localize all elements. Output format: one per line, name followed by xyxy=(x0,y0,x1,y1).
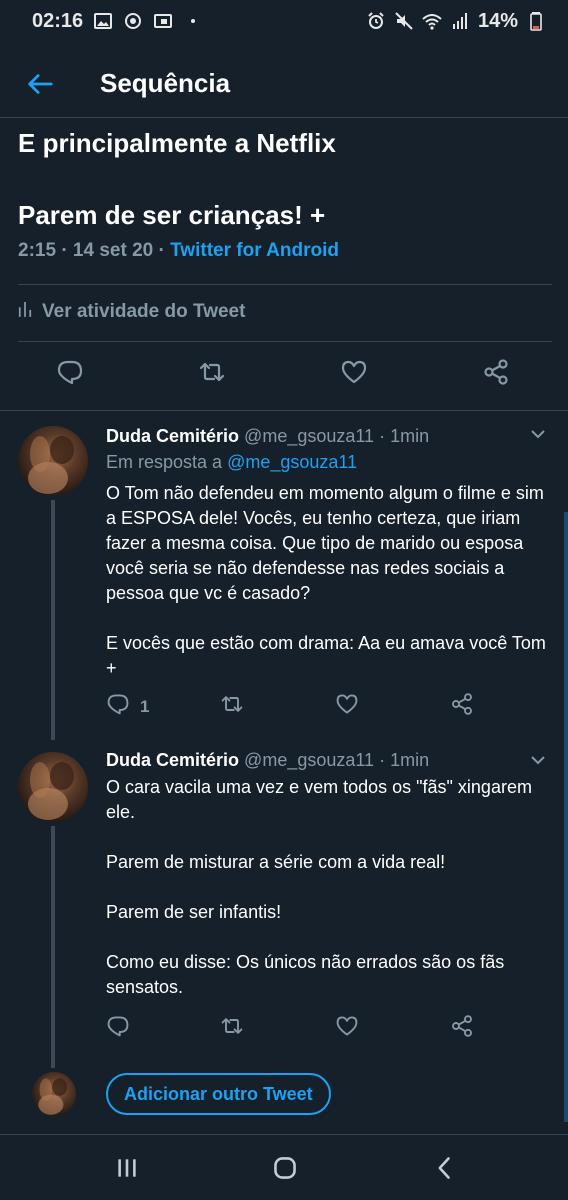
chevron-down-icon[interactable] xyxy=(528,750,548,770)
header-separator: · xyxy=(379,750,391,770)
like-icon xyxy=(335,1014,359,1043)
reply-context: Em resposta a @me_gsouza11 xyxy=(106,452,357,473)
back-icon[interactable] xyxy=(430,1153,460,1183)
tweet-text: O cara vacila uma vez e vem todos os "fã… xyxy=(106,777,532,997)
main-tweet-line-1: E principalmente a Netflix xyxy=(18,128,336,158)
scrollbar[interactable] xyxy=(564,512,568,1122)
avatar xyxy=(32,1072,76,1116)
tweet-time: 1min xyxy=(390,750,430,770)
divider xyxy=(0,410,568,411)
tweet-activity-link[interactable]: Ver atividade do Tweet xyxy=(18,300,245,324)
battery-icon xyxy=(526,11,546,31)
avatar[interactable] xyxy=(18,752,88,822)
reply-prefix: Em resposta a xyxy=(106,452,223,472)
meta-separator: · xyxy=(158,240,171,261)
image-icon xyxy=(93,11,113,31)
reply-header: Duda Cemitério @me_gsouza11 · 1min xyxy=(106,750,429,771)
reply-1-actions: 1 xyxy=(0,692,568,732)
author-name[interactable]: Duda Cemitério xyxy=(106,750,239,770)
reply-icon xyxy=(106,692,130,721)
divider xyxy=(18,341,552,342)
status-time: 02:16 xyxy=(32,9,84,32)
header-separator: · xyxy=(379,426,391,446)
retweet-button[interactable] xyxy=(220,692,244,721)
retweet-button[interactable] xyxy=(220,1014,244,1043)
like-button[interactable] xyxy=(335,692,359,721)
like-button[interactable] xyxy=(335,1014,359,1043)
retweet-icon xyxy=(220,1014,244,1043)
retweet-button[interactable] xyxy=(198,358,226,391)
tweet-activity-label: Ver atividade do Tweet xyxy=(42,301,246,322)
signal-icon xyxy=(450,11,470,31)
wifi-icon xyxy=(422,11,442,31)
lock-screen-icon xyxy=(153,11,173,31)
like-icon xyxy=(340,358,368,391)
reply-icon xyxy=(106,1014,130,1043)
like-button[interactable] xyxy=(340,358,368,391)
tweet-time: 1min xyxy=(390,426,430,446)
reply-icon xyxy=(56,358,84,391)
share-icon xyxy=(450,692,474,721)
retweet-icon xyxy=(220,692,244,721)
author-handle[interactable]: @me_gsouza11 xyxy=(244,426,374,446)
main-tweet-actions xyxy=(0,358,568,398)
reply-2-actions xyxy=(0,1014,568,1054)
dot-icon xyxy=(183,11,203,31)
add-tweet-button[interactable]: Adicionar outro Tweet xyxy=(106,1073,331,1115)
share-button[interactable] xyxy=(450,692,474,721)
bar-chart-icon xyxy=(18,300,32,324)
chevron-down-icon[interactable] xyxy=(528,424,548,444)
retweet-icon xyxy=(198,358,226,391)
share-icon xyxy=(482,358,510,391)
tweet-meta: 2:15 · 14 set 20 · Twitter for Android xyxy=(18,240,339,262)
battery-percent: 14% xyxy=(477,9,518,32)
reply-button[interactable] xyxy=(56,358,84,391)
alarm-icon xyxy=(366,11,386,31)
recent-apps-icon[interactable] xyxy=(112,1153,142,1183)
divider xyxy=(18,284,552,285)
reply-button[interactable] xyxy=(106,1014,130,1043)
page-title: Sequência xyxy=(100,68,231,98)
tweet-text: O Tom não defendeu em momento algum o fi… xyxy=(106,483,546,678)
mute-icon xyxy=(394,11,414,31)
status-bar: 02:16 14% xyxy=(0,0,568,42)
author-handle[interactable]: @me_gsouza11 xyxy=(244,750,374,770)
tweet-date: 14 set 20 xyxy=(72,240,154,261)
reply-count: 1 xyxy=(140,696,150,716)
reply-button[interactable]: 1 xyxy=(106,692,149,721)
reply-header: Duda Cemitério @me_gsouza11 · 1min xyxy=(106,426,429,447)
system-nav-bar xyxy=(0,1134,568,1200)
tweet-time: 2:15 xyxy=(18,240,57,261)
like-icon xyxy=(335,692,359,721)
tweet-source-link[interactable]: Twitter for Android xyxy=(170,240,339,261)
sync-icon xyxy=(123,11,143,31)
top-app-bar: Sequência xyxy=(0,52,568,118)
share-button[interactable] xyxy=(450,1014,474,1043)
reply-mention-link[interactable]: @me_gsouza11 xyxy=(227,452,357,472)
author-name[interactable]: Duda Cemitério xyxy=(106,426,239,446)
main-tweet-line-2: Parem de ser crianças! + xyxy=(18,200,326,230)
share-button[interactable] xyxy=(482,358,510,391)
home-icon[interactable] xyxy=(270,1153,300,1183)
avatar[interactable] xyxy=(18,426,88,496)
share-icon xyxy=(450,1014,474,1043)
back-arrow-icon[interactable] xyxy=(24,68,56,100)
meta-separator: · xyxy=(61,240,73,261)
